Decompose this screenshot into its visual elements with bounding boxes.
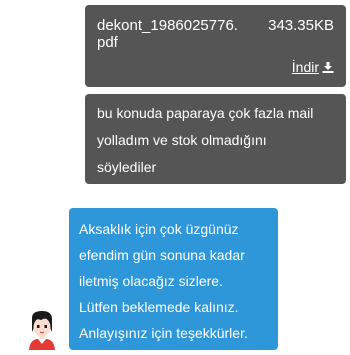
download-label: İndir <box>291 59 319 75</box>
message-line: bu konuda paparaya çok fazla mail <box>97 105 314 121</box>
chat-conversation: dekont_1986025776. pdf 343.35KB İndir bu… <box>0 0 350 350</box>
agent-message-bubble: Aksaklık için çok üzgünüz efendim gün so… <box>69 208 278 350</box>
message-line: yolladım ve stok olmadığını <box>97 132 267 148</box>
file-name: dekont_1986025776. <box>97 17 238 34</box>
download-link[interactable]: İndir <box>292 59 334 76</box>
message-line: iletmiş olacağız sizlere. <box>79 273 223 289</box>
message-line: efendim gün sonuna kadar <box>79 247 245 263</box>
message-line: Lütfen beklemede kalınız. <box>79 299 239 315</box>
file-extension: pdf <box>97 34 118 51</box>
file-size: 343.35KB <box>268 17 334 34</box>
message-line: söylediler <box>97 159 157 175</box>
message-line: Anlayışınız için teşekkürler. <box>79 325 248 341</box>
user-message-bubble: bu konuda paparaya çok fazla mail yollad… <box>85 94 346 184</box>
message-line: Aksaklık için çok üzgünüz <box>79 221 239 237</box>
download-icon <box>322 60 334 76</box>
file-message-bubble: dekont_1986025776. pdf 343.35KB İndir <box>85 5 346 87</box>
agent-avatar-icon <box>27 310 57 350</box>
